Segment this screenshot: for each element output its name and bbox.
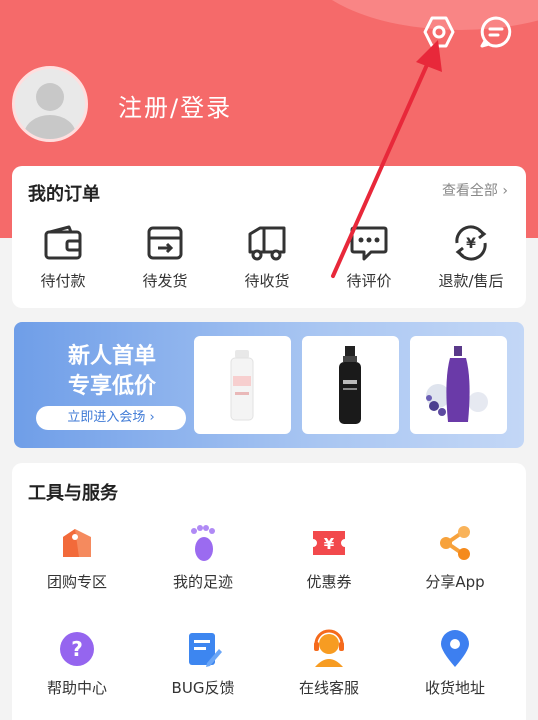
product-thumb[interactable] (194, 336, 291, 434)
settings-icon[interactable] (419, 12, 459, 52)
view-all-label: 查看全部 (441, 183, 498, 199)
order-item-label: 待评价 (346, 272, 392, 290)
banner-title-line: 专享低价 (67, 374, 156, 399)
view-all-orders-link[interactable]: 查看全部 › (442, 180, 508, 200)
svg-text:?: ? (71, 637, 83, 661)
product-thumb[interactable] (410, 336, 507, 434)
tools-services-card: 工具与服务 团购专区 我的足迹 ¥ 优惠券 分享App ? 帮助中心 BUG反馈… (12, 463, 526, 720)
banner-title: 新人首单 专享低价 (32, 342, 192, 402)
banner-title-line: 新人首单 (67, 344, 156, 369)
box-icon (147, 226, 183, 260)
tool-label: 我的足迹 (172, 573, 233, 591)
enter-venue-button[interactable]: 立即进入会场 › (36, 406, 186, 430)
order-pending-receipt[interactable]: 待收货 (216, 224, 318, 291)
wallet-icon (44, 225, 82, 260)
tool-label: 分享App (425, 573, 485, 591)
my-orders-card: 我的订单 查看全部 › 待付款 待发货 待收货 待评价 ¥ 退款/售后 (12, 166, 526, 308)
address-icon (441, 630, 469, 667)
order-pending-shipment[interactable]: 待发货 (114, 224, 216, 291)
tool-bug-feedback[interactable]: BUG反馈 (140, 629, 266, 698)
message-icon[interactable] (476, 12, 516, 52)
enter-venue-label: 立即进入会场 (67, 410, 146, 425)
shampoo-bottle-image (426, 346, 488, 422)
orders-title: 我的订单 (28, 184, 100, 205)
tool-help-center[interactable]: ? 帮助中心 (14, 629, 140, 698)
login-register-link[interactable]: 注册/登录 (118, 88, 232, 123)
tool-shipping-address[interactable]: 收货地址 (392, 629, 518, 698)
order-pending-review[interactable]: 待评价 (318, 224, 420, 291)
order-item-label: 待付款 (40, 272, 86, 290)
tool-coupon[interactable]: ¥ 优惠券 (266, 523, 392, 592)
tool-group-buy[interactable]: 团购专区 (14, 523, 140, 592)
tool-label: 优惠券 (306, 573, 352, 591)
order-item-label: 退款/售后 (438, 272, 504, 290)
tool-label: BUG反馈 (171, 679, 235, 697)
feedback-icon (189, 633, 222, 667)
help-icon: ? (60, 632, 94, 666)
svg-text:¥: ¥ (324, 535, 335, 553)
avatar[interactable] (12, 66, 88, 142)
tool-label: 帮助中心 (46, 679, 107, 697)
refund-icon: ¥ (455, 225, 487, 261)
chevron-right-icon: › (502, 183, 508, 199)
tool-online-service[interactable]: 在线客服 (266, 629, 392, 698)
spray-bottle-image (339, 346, 361, 424)
order-refund-aftersale[interactable]: ¥ 退款/售后 (420, 224, 522, 291)
customer-service-icon (314, 629, 344, 667)
product-thumb[interactable] (302, 336, 399, 434)
share-icon (440, 526, 470, 560)
tool-footprint[interactable]: 我的足迹 (140, 523, 266, 592)
tool-label: 在线客服 (298, 679, 359, 697)
tool-label: 收货地址 (424, 679, 485, 697)
svg-text:¥: ¥ (466, 236, 476, 252)
group-buy-icon (63, 529, 91, 557)
order-pending-payment[interactable]: 待付款 (12, 224, 114, 291)
tools-title: 工具与服务 (28, 483, 118, 504)
tool-share-app[interactable]: 分享App (392, 523, 518, 592)
order-item-label: 待发货 (142, 272, 188, 290)
comment-icon (350, 226, 388, 261)
coupon-icon: ¥ (313, 531, 345, 555)
footprint-icon (191, 525, 215, 561)
chevron-right-icon: › (149, 410, 155, 425)
newcomer-promo-banner[interactable]: 新人首单 专享低价 立即进入会场 › (14, 322, 524, 448)
truck-icon (248, 226, 286, 261)
skincare-bottle-image (230, 350, 254, 421)
order-item-label: 待收货 (244, 272, 290, 290)
tool-label: 团购专区 (46, 573, 107, 591)
